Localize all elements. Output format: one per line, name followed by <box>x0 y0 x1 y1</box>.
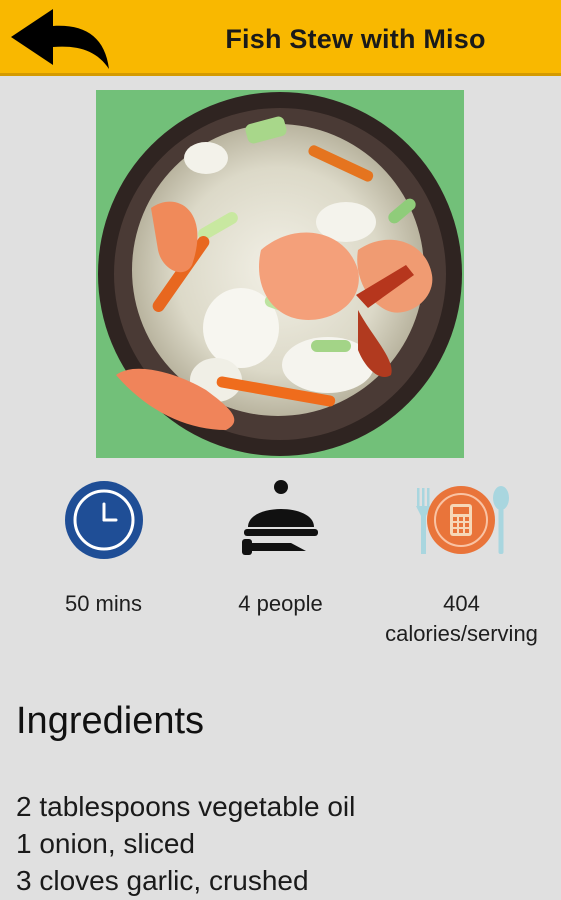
clock-icon <box>64 481 143 559</box>
app-bar: Fish Stew with Miso <box>0 0 561 76</box>
calories-label: 404 calories/serving <box>362 589 561 649</box>
recipe-stats: 50 mins 4 people 404 calories/serving <box>0 475 561 655</box>
recipe-photo <box>96 90 464 458</box>
servings-stat: 4 people <box>187 475 374 619</box>
calories-value: 404 <box>443 591 480 616</box>
page-title: Fish Stew with Miso <box>225 24 486 54</box>
ingredient-item: 2 tablespoons vegetable oil <box>16 791 356 822</box>
prep-time-label: 50 mins <box>64 591 143 616</box>
ingredient-item: 1 onion, sliced <box>16 828 196 859</box>
calories-unit: calories/serving <box>385 621 538 646</box>
fish-stew-image <box>96 90 464 458</box>
serving-cloche-icon <box>241 480 318 555</box>
back-button[interactable] <box>0 0 118 76</box>
ingredients-list: 2 tablespoons vegetable oil 1 onion, sli… <box>16 788 355 899</box>
prep-time-stat: 50 mins <box>10 475 197 619</box>
calorie-calculator-plate-icon <box>415 486 509 554</box>
back-arrow-icon <box>11 9 109 69</box>
ingredients-heading: Ingredients <box>16 700 205 742</box>
servings-label: 4 people <box>238 591 323 616</box>
calories-stat: 404 calories/serving <box>362 475 561 649</box>
ingredient-item: 3 cloves garlic, crushed <box>16 865 309 896</box>
